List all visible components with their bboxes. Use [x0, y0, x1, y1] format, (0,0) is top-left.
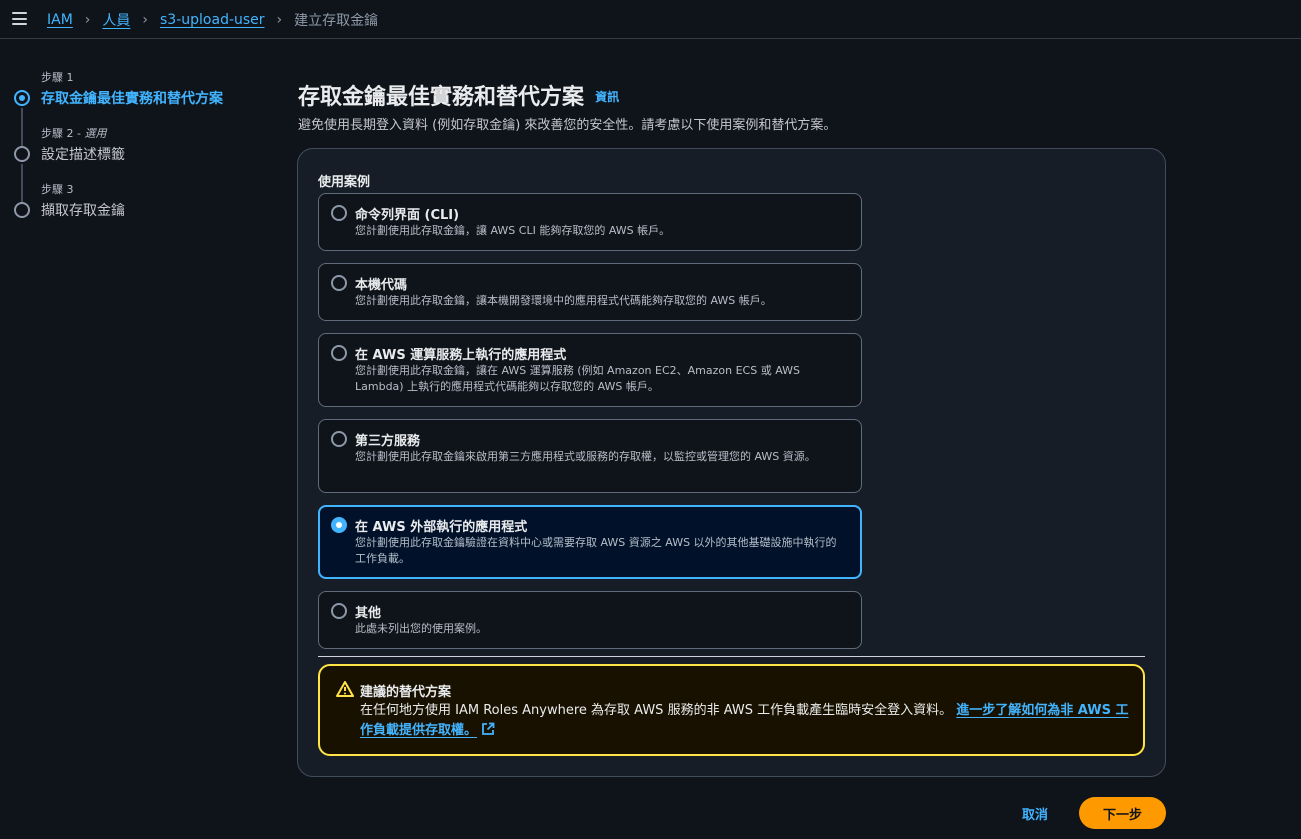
- wizard-steps: 步驟 1 存取金鑰最佳實務和替代方案 步驟 2 - 選用 設定描述標籤 步驟 3…: [14, 66, 274, 234]
- option-other[interactable]: 其他 此處未列出您的使用案例。: [318, 591, 862, 649]
- option-outside-aws[interactable]: 在 AWS 外部執行的應用程式 您計劃使用此存取金鑰驗證在資料中心或需要存取 A…: [318, 505, 862, 579]
- option-title: 命令列界面 (CLI): [355, 208, 460, 223]
- alternative-alert: 建議的替代方案 在任何地方使用 IAM Roles Anywhere 為存取 A…: [318, 664, 1145, 756]
- cancel-button[interactable]: 取消: [1010, 797, 1060, 829]
- option-cli[interactable]: 命令列界面 (CLI) 您計劃使用此存取金鑰，讓 AWS CLI 能夠存取您的 …: [318, 193, 862, 251]
- option-title: 第三方服務: [355, 434, 421, 449]
- option-local-code[interactable]: 本機代碼 您計劃使用此存取金鑰，讓本機開發環境中的應用程式代碼能夠存取您的 AW…: [318, 263, 862, 321]
- radio-button[interactable]: [331, 603, 347, 619]
- alert-title: 建議的替代方案: [360, 685, 452, 700]
- divider: [318, 656, 1145, 657]
- external-link-icon[interactable]: [481, 722, 495, 736]
- option-title: 在 AWS 外部執行的應用程式: [355, 520, 528, 535]
- page-header: 存取金鑰最佳實務和替代方案 資訊: [298, 79, 619, 111]
- chevron-right-icon: ›: [84, 12, 91, 28]
- step-2-title[interactable]: 設定描述標籤: [41, 144, 125, 164]
- step-1-title[interactable]: 存取金鑰最佳實務和替代方案: [41, 88, 223, 108]
- option-title: 在 AWS 運算服務上執行的應用程式: [355, 348, 567, 363]
- radio-button[interactable]: [331, 345, 347, 361]
- breadcrumb-current: 建立存取金鑰: [294, 13, 379, 29]
- step-circle-icon: [14, 146, 30, 162]
- breadcrumb: IAM › 人員 › s3-upload-user › 建立存取金鑰: [47, 10, 378, 30]
- option-aws-compute[interactable]: 在 AWS 運算服務上執行的應用程式 您計劃使用此存取金鑰，讓在 AWS 運算服…: [318, 333, 862, 407]
- use-case-label: 使用案例: [318, 175, 371, 190]
- option-title: 本機代碼: [355, 278, 408, 293]
- radio-button[interactable]: [331, 275, 347, 291]
- breadcrumb-users[interactable]: 人員: [102, 10, 130, 30]
- option-description: 您計劃使用此存取金鑰，讓在 AWS 運算服務 (例如 Amazon EC2、Am…: [355, 364, 800, 393]
- option-title: 其他: [355, 606, 382, 621]
- step-2-kicker: 步驟 2 - 選用: [41, 127, 107, 140]
- info-link[interactable]: 資訊: [595, 90, 619, 104]
- top-navigation-bar: IAM › 人員 › s3-upload-user › 建立存取金鑰: [0, 0, 1301, 39]
- option-third-party[interactable]: 第三方服務 您計劃使用此存取金鑰來啟用第三方應用程式或服務的存取權，以監控或管理…: [318, 419, 862, 493]
- chevron-right-icon: ›: [142, 12, 149, 28]
- alert-text: 在任何地方使用 IAM Roles Anywhere 為存取 AWS 服務的非 …: [360, 703, 953, 718]
- step-active-circle-icon: [14, 90, 30, 106]
- step-3-kicker: 步驟 3: [41, 183, 74, 196]
- breadcrumb-user[interactable]: s3-upload-user: [160, 12, 265, 28]
- radio-button[interactable]: [331, 431, 347, 447]
- hamburger-menu-icon[interactable]: [12, 12, 27, 25]
- warning-icon: [336, 681, 354, 697]
- alert-body: 在任何地方使用 IAM Roles Anywhere 為存取 AWS 服務的非 …: [360, 701, 1130, 741]
- option-description: 您計劃使用此存取金鑰，讓本機開發環境中的應用程式代碼能夠存取您的 AWS 帳戶。: [355, 294, 772, 307]
- option-description: 您計劃使用此存取金鑰來啟用第三方應用程式或服務的存取權，以監控或管理您的 AWS…: [355, 450, 816, 463]
- option-description: 此處未列出您的使用案例。: [355, 622, 487, 635]
- chevron-right-icon: ›: [276, 12, 283, 28]
- step-3[interactable]: 步驟 3 擷取存取金鑰: [14, 178, 274, 234]
- step-1[interactable]: 步驟 1 存取金鑰最佳實務和替代方案: [14, 66, 274, 146]
- use-case-container: 使用案例 命令列界面 (CLI) 您計劃使用此存取金鑰，讓 AWS CLI 能夠…: [297, 148, 1166, 777]
- page-title: 存取金鑰最佳實務和替代方案: [298, 85, 585, 110]
- radio-button-selected[interactable]: [331, 517, 347, 533]
- step-3-title[interactable]: 擷取存取金鑰: [41, 200, 125, 220]
- radio-button[interactable]: [331, 205, 347, 221]
- step-2[interactable]: 步驟 2 - 選用 設定描述標籤: [14, 122, 274, 202]
- breadcrumb-iam[interactable]: IAM: [47, 12, 73, 28]
- step-1-kicker: 步驟 1: [41, 71, 74, 84]
- step-circle-icon: [14, 202, 30, 218]
- option-description: 您計劃使用此存取金鑰，讓 AWS CLI 能夠存取您的 AWS 帳戶。: [355, 224, 671, 237]
- next-button[interactable]: 下一步: [1079, 797, 1166, 829]
- option-description: 您計劃使用此存取金鑰驗證在資料中心或需要存取 AWS 資源之 AWS 以外的其他…: [355, 536, 837, 565]
- page-description: 避免使用長期登入資料 (例如存取金鑰) 來改善您的安全性。請考慮以下使用案例和替…: [298, 118, 837, 133]
